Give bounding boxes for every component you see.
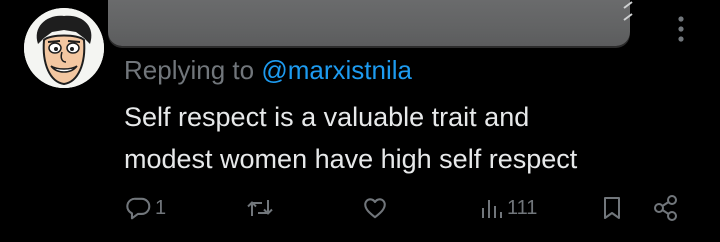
bookmark-icon — [604, 197, 620, 219]
avatar[interactable] — [24, 8, 104, 88]
replying-to-line: Replying to @marxistnila — [124, 55, 412, 85]
reply-button[interactable]: 1 — [126, 192, 166, 224]
views-count: 111 — [507, 196, 538, 219]
replying-to-handle[interactable]: @marxistnila — [261, 55, 412, 85]
like-icon — [364, 198, 386, 219]
replying-to-prefix: Replying to — [124, 55, 255, 85]
like-button[interactable] — [361, 192, 392, 224]
bookmark-button[interactable] — [600, 192, 624, 224]
tweet-text: Self respect is a valuable trait and mod… — [124, 96, 694, 180]
share-button[interactable] — [652, 192, 680, 224]
media-preview[interactable] — [108, 0, 630, 46]
retweet-icon — [247, 200, 273, 216]
retweet-button[interactable] — [246, 192, 277, 224]
share-icon — [654, 195, 677, 221]
views-button[interactable]: 111 — [480, 192, 537, 224]
action-bar: 1 111 — [0, 190, 720, 226]
media-fold-mark — [623, 1, 633, 21]
reply-count: 1 — [155, 196, 167, 219]
reply-icon — [126, 197, 151, 220]
views-icon — [482, 200, 502, 218]
tweet-text-line-2: modest women have high self respect — [124, 144, 578, 174]
more-icon[interactable] — [668, 14, 694, 44]
tweet-text-line-1: Self respect is a valuable trait and — [124, 102, 530, 132]
